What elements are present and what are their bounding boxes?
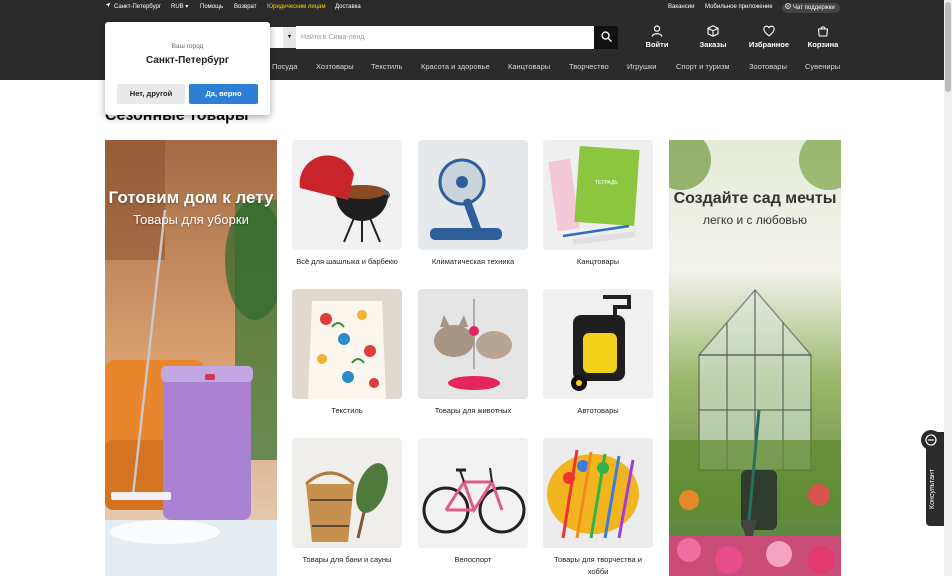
tile-label: Всё для шашлыка и барбекю	[296, 257, 398, 266]
returns-link[interactable]: Возврат	[234, 0, 257, 15]
notebook-image: ТЕТРАДЬ	[543, 140, 653, 250]
orders-label: Заказы	[699, 40, 727, 49]
category-tile-climate[interactable]: Климатическая техника	[418, 140, 528, 268]
consultant-label: Консультант	[929, 469, 936, 509]
chevron-down-icon: ▾	[283, 27, 296, 48]
currency-label: RUB	[171, 4, 184, 10]
tile-label: Товары для бани и сауны	[302, 555, 392, 564]
search-icon	[600, 29, 612, 47]
consultant-tab[interactable]: Консультант	[921, 430, 944, 526]
scrollbar-thumb[interactable]	[945, 2, 951, 92]
bbq-grill-image	[292, 140, 402, 250]
support-chat-label: Чат поддержки	[793, 5, 835, 11]
banner-subtitle: легко и с любовью	[703, 213, 807, 227]
city-confirm-popup: Ваш город Санкт-Петербург Нет, другой Да…	[105, 22, 270, 115]
tile-label: Товары для животных	[434, 406, 512, 415]
bicycle-image	[418, 438, 528, 548]
city-selector[interactable]: Санкт-Петербург	[105, 0, 161, 15]
svg-text:ТЕТРАДЬ: ТЕТРАДЬ	[595, 180, 618, 186]
pressure-washer-image	[543, 289, 653, 399]
nav-item-household[interactable]: Хозтовары	[316, 57, 354, 76]
page: Санкт-Петербург RUB ▾ Помощь Возврат Юри…	[0, 0, 952, 576]
category-tile-bbq[interactable]: Всё для шашлыка и барбекю	[292, 140, 402, 268]
top-utility-bar: Санкт-Петербург RUB ▾ Помощь Возврат Юри…	[0, 0, 944, 15]
nav-item-toys[interactable]: Игрушки	[627, 57, 656, 76]
category-tile-hobby[interactable]: Товары для творчества и хобби	[543, 438, 653, 576]
nav-item-textile[interactable]: Текстиль	[371, 57, 402, 76]
category-tile-stationery[interactable]: ТЕТРАДЬ Канцтовары	[543, 140, 653, 268]
search-input[interactable]	[296, 26, 594, 49]
category-tile-sauna[interactable]: Товары для бани и сауны	[292, 438, 402, 566]
chat-icon	[785, 3, 791, 13]
nav-item-beauty-health[interactable]: Красота и здоровье	[421, 57, 490, 76]
tile-label: Канцтовары	[576, 257, 620, 266]
category-tile-auto[interactable]: Автотовары	[543, 289, 653, 417]
box-icon	[687, 25, 739, 37]
category-tile-pets[interactable]: Товары для животных	[418, 289, 528, 417]
orders-button[interactable]: Заказы	[687, 25, 739, 55]
banner-title: Создайте сад мечты	[673, 190, 837, 207]
chat-bubble-icon	[921, 430, 941, 450]
support-chat-button[interactable]: Чат поддержки	[782, 3, 840, 13]
login-label: Войти	[645, 40, 669, 49]
banner-title: Готовим дом к лету	[108, 188, 274, 207]
nav-item-creativity[interactable]: Творчество	[569, 57, 609, 76]
tile-label: Автотовары	[577, 406, 619, 415]
nav-item-dishes[interactable]: Посуда	[272, 57, 297, 76]
your-city-label: Ваш город	[171, 43, 204, 50]
tile-label: Текстиль	[331, 406, 363, 415]
paint-brushes-image	[543, 438, 653, 548]
favorites-label: Избранное	[748, 40, 790, 49]
currency-selector[interactable]: RUB ▾	[171, 0, 188, 15]
city-label: Санкт-Петербург	[114, 4, 162, 10]
choose-other-city-button[interactable]: Нет, другой	[117, 84, 185, 104]
vacancies-link[interactable]: Вакансии	[668, 0, 694, 15]
favorites-button[interactable]: Избранное	[743, 25, 795, 55]
category-tile-textile[interactable]: Текстиль	[292, 289, 402, 417]
promo-banner-cleaning[interactable]: Готовим дом к лету Товары для уборки	[105, 140, 277, 576]
cart-button[interactable]: Корзина	[797, 25, 849, 55]
desk-fan-image	[418, 140, 528, 250]
mobile-app-link[interactable]: Мобильное приложение	[705, 0, 773, 15]
login-button[interactable]: Войти	[631, 25, 683, 55]
promo-banner-garden[interactable]: Создайте сад мечты легко и с любовью	[669, 140, 841, 576]
search-box	[296, 26, 594, 49]
delivery-link[interactable]: Доставка	[335, 0, 361, 15]
detected-city: Санкт-Петербург	[145, 55, 230, 66]
help-link[interactable]: Помощь	[200, 0, 223, 15]
nav-item-pet-supplies[interactable]: Зоотовары	[749, 57, 787, 76]
cart-bag-icon	[797, 25, 849, 37]
tile-label: Товары для творчества и хобби	[554, 555, 642, 576]
tile-label: Велоспорт	[454, 555, 492, 564]
nav-item-souvenirs[interactable]: Сувениры	[805, 57, 840, 76]
nav-item-stationery[interactable]: Канцтовары	[508, 57, 550, 76]
heart-icon	[743, 25, 795, 37]
banner-subtitle: Товары для уборки	[133, 212, 249, 227]
confirm-city-button[interactable]: Да, верно	[189, 84, 258, 104]
cart-label: Корзина	[807, 40, 839, 49]
location-arrow-icon	[105, 0, 111, 15]
sauna-bucket-image	[292, 438, 402, 548]
legal-entities-link[interactable]: Юридическим лицам	[267, 0, 326, 15]
tile-label: Климатическая техника	[431, 257, 515, 266]
nav-item-sport-tourism[interactable]: Спорт и туризм	[676, 57, 730, 76]
kitten-toy-image	[418, 289, 528, 399]
category-tile-cycling[interactable]: Велоспорт	[418, 438, 528, 566]
textile-image	[292, 289, 402, 399]
user-icon	[631, 25, 683, 37]
chevron-down-icon: ▾	[185, 4, 189, 10]
page-scrollbar[interactable]	[944, 0, 952, 576]
search-button[interactable]	[594, 26, 618, 49]
